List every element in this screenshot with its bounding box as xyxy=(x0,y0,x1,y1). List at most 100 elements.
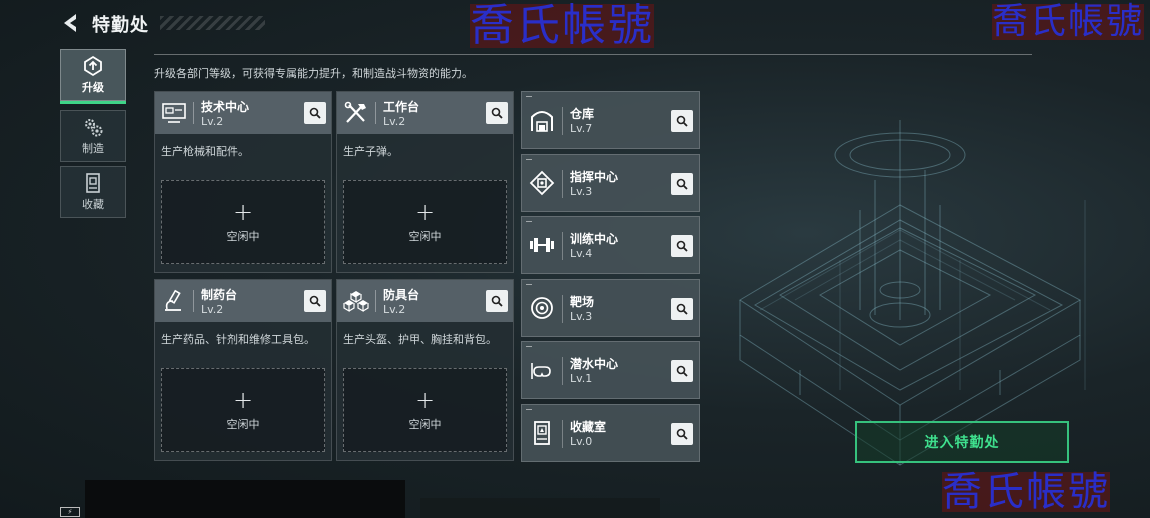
header-divider xyxy=(154,54,1032,55)
watermark-top-right: 喬氏帳號 xyxy=(992,1,1145,42)
inspect-button[interactable] xyxy=(304,102,326,124)
facility-level: Lv.3 xyxy=(570,310,593,323)
facility-card-diving-center[interactable]: 潜水中心 Lv.1 xyxy=(521,341,700,399)
facility-level: Lv.7 xyxy=(570,122,593,135)
chip-icon xyxy=(529,170,555,196)
tab-label: 收藏 xyxy=(82,198,104,211)
inspect-button[interactable] xyxy=(671,173,693,195)
facility-level: Lv.4 xyxy=(570,247,593,260)
tools-icon xyxy=(344,101,366,123)
page-description: 升级各部门等级，可获得专属能力提升，和制造战斗物资的能力。 xyxy=(154,67,473,80)
workshop-card-pharmacy[interactable]: 制药台 Lv.2 生产药品、针剂和维修工具包。 + 空闲中 xyxy=(154,279,332,461)
tab-collection[interactable]: 收藏 xyxy=(60,166,126,218)
search-icon xyxy=(676,365,688,377)
search-icon xyxy=(309,295,321,307)
enter-special-ops-button[interactable]: 进入特勤处 xyxy=(855,421,1069,463)
facility-separator xyxy=(562,232,563,260)
title-decoration xyxy=(160,16,265,30)
workshop-card-tech-center[interactable]: 技术中心 Lv.2 生产枪械和配件。 + 空闲中 xyxy=(154,91,332,273)
inspect-button[interactable] xyxy=(671,298,693,320)
facility-card-shooting-range[interactable]: 靶场 Lv.3 xyxy=(521,279,700,337)
redacted-area xyxy=(420,498,660,518)
watermark-bottom-right: 喬氏帳號 xyxy=(942,469,1110,515)
microscope-icon xyxy=(165,289,181,311)
facility-card-training-center[interactable]: 训练中心 Lv.4 xyxy=(521,216,700,274)
tab-label: 升级 xyxy=(82,81,104,94)
facility-name: 靶场 xyxy=(570,295,595,309)
facility-card-command-center[interactable]: 指挥中心 Lv.3 xyxy=(521,154,700,212)
facility-name: 指挥中心 xyxy=(570,170,619,184)
collection-icon xyxy=(86,173,100,193)
workshop-level: Lv.2 xyxy=(201,115,224,128)
production-slot[interactable]: + 空闲中 xyxy=(161,180,325,264)
slot-status: 空闲中 xyxy=(408,230,442,243)
page-title: 特勤处 xyxy=(92,15,149,36)
workshop-description: 生产枪械和配件。 xyxy=(161,145,249,158)
target-icon xyxy=(531,297,553,319)
facility-level: Lv.1 xyxy=(570,372,593,385)
header-separator xyxy=(193,290,194,312)
search-icon xyxy=(676,428,688,440)
workshop-name: 制药台 xyxy=(201,288,238,302)
search-icon xyxy=(676,303,688,315)
production-slot[interactable]: + 空闲中 xyxy=(343,368,507,452)
facility-level: Lv.3 xyxy=(570,185,593,198)
workshop-description: 生产头盔、护甲、胸挂和背包。 xyxy=(343,333,497,346)
search-icon xyxy=(676,178,688,190)
monitor-icon xyxy=(162,103,186,123)
facility-name: 训练中心 xyxy=(570,232,619,246)
tab-manufacture[interactable]: 制造 xyxy=(60,110,126,162)
back-arrow-icon[interactable] xyxy=(60,12,82,34)
inspect-button[interactable] xyxy=(671,360,693,382)
search-icon xyxy=(676,115,688,127)
plus-icon: + xyxy=(232,386,254,414)
header-separator xyxy=(193,102,194,124)
search-icon xyxy=(309,107,321,119)
facility-separator xyxy=(562,357,563,385)
slot-status: 空闲中 xyxy=(226,418,260,431)
workshop-card-armor-bench[interactable]: 防具台 Lv.2 生产头盔、护甲、胸挂和背包。 + 空闲中 xyxy=(336,279,514,461)
facility-name: 收藏室 xyxy=(570,420,607,434)
cubes-icon xyxy=(343,291,369,313)
inspect-button[interactable] xyxy=(671,235,693,257)
slot-status: 空闲中 xyxy=(226,230,260,243)
search-icon xyxy=(491,295,503,307)
workshop-header: 工作台 Lv.2 xyxy=(337,92,513,134)
upgrade-icon xyxy=(84,55,102,77)
header-separator xyxy=(375,102,376,124)
plus-icon: + xyxy=(232,198,254,226)
workshop-header: 技术中心 Lv.2 xyxy=(155,92,331,134)
search-icon xyxy=(676,240,688,252)
facility-name: 潜水中心 xyxy=(570,357,619,371)
inspect-button[interactable] xyxy=(486,290,508,312)
workshop-card-workbench[interactable]: 工作台 Lv.2 生产子弹。 + 空闲中 xyxy=(336,91,514,273)
workshop-level: Lv.2 xyxy=(383,303,406,316)
workshop-name: 工作台 xyxy=(383,100,420,114)
watermark-top-center: 喬氏帳號 xyxy=(470,0,654,51)
production-slot[interactable]: + 空闲中 xyxy=(161,368,325,452)
inspect-button[interactable] xyxy=(304,290,326,312)
facility-card-collection-room[interactable]: 收藏室 Lv.0 xyxy=(521,404,700,462)
workshop-name: 技术中心 xyxy=(201,100,250,114)
inspect-button[interactable] xyxy=(671,110,693,132)
base-hologram-illustration xyxy=(739,120,1086,466)
tab-label: 制造 xyxy=(82,142,104,155)
facility-separator xyxy=(562,107,563,135)
facility-separator xyxy=(562,170,563,198)
tab-upgrade[interactable]: 升级 xyxy=(60,49,126,104)
plus-icon: + xyxy=(414,386,436,414)
workshop-name: 防具台 xyxy=(383,288,420,302)
warehouse-icon xyxy=(531,111,553,132)
workshop-description: 生产子弹。 xyxy=(343,145,398,158)
facility-card-warehouse[interactable]: 仓库 Lv.7 xyxy=(521,91,700,149)
inspect-button[interactable] xyxy=(671,423,693,445)
dumbbell-icon xyxy=(530,238,554,252)
workshop-description: 生产药品、针剂和维修工具包。 xyxy=(161,333,315,346)
facility-level: Lv.0 xyxy=(570,435,593,448)
workshop-header: 制药台 Lv.2 xyxy=(155,280,331,322)
redacted-area xyxy=(85,480,405,518)
inspect-button[interactable] xyxy=(486,102,508,124)
production-slot[interactable]: + 空闲中 xyxy=(343,180,507,264)
workshop-level: Lv.2 xyxy=(383,115,406,128)
diving-mask-icon xyxy=(531,363,551,379)
